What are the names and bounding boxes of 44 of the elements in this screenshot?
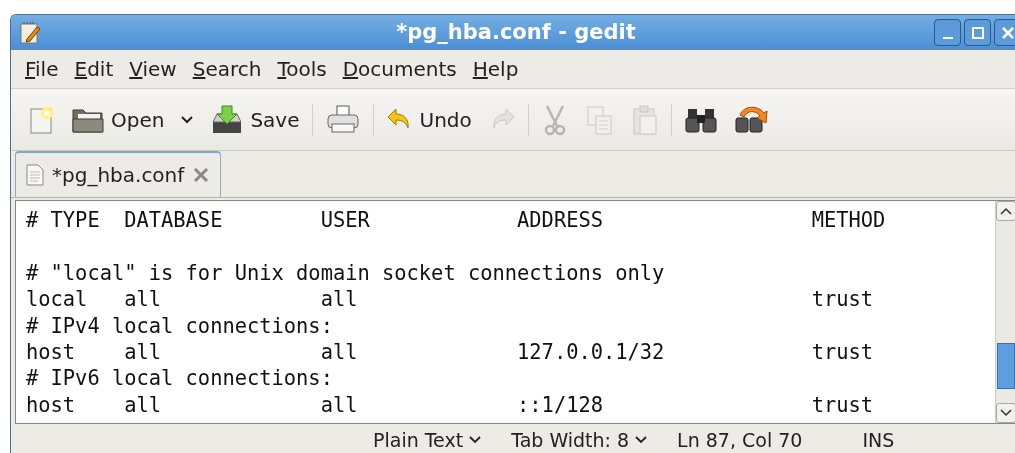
menu-item[interactable]: Search [184, 55, 270, 83]
status-text: INS [862, 429, 895, 451]
code-line: local all all trust [26, 286, 875, 313]
caret-icon [635, 436, 648, 444]
printer-icon [324, 103, 361, 136]
menu-item[interactable]: View [121, 55, 185, 83]
open-button[interactable]: Open [63, 100, 173, 139]
code-line: host all all ::1/128 trust [26, 391, 875, 419]
close-tab-icon[interactable] [192, 166, 211, 184]
status-text: Ln 87, Col 70 [677, 429, 803, 451]
copy-icon [584, 103, 615, 136]
code-line: # "local" is for Unix domain socket connections only [26, 259, 666, 287]
document-tab[interactable]: *pg_hba.conf [15, 151, 222, 197]
document-icon [26, 164, 44, 186]
scroll-down-button[interactable] [996, 403, 1015, 423]
minimize-icon [942, 36, 953, 39]
minimize-button[interactable] [934, 19, 961, 46]
maximize-icon [970, 25, 985, 40]
caret-icon [180, 114, 195, 125]
text-editor-icon [19, 20, 41, 45]
menu-item[interactable]: Documents [334, 55, 465, 83]
menu-item[interactable]: File [17, 55, 67, 83]
save-button[interactable]: Save [202, 99, 308, 140]
maximize-button[interactable] [964, 19, 991, 46]
scrollbar-thumb[interactable] [997, 343, 1015, 389]
clipboard-icon [630, 103, 659, 136]
menu-item[interactable]: Tools [269, 55, 335, 83]
menu-item[interactable]: Edit [66, 55, 122, 83]
scroll-up-button[interactable] [996, 201, 1015, 221]
find-replace-icon[interactable] [733, 104, 770, 135]
code-line: host all all 127.0.0.1/32 trust [26, 338, 875, 366]
save-icon [210, 103, 245, 136]
window-title: *pg_hba.conf - gedit [396, 20, 636, 44]
code-line: # TYPE DATABASE USER ADDRESS METHOD [26, 207, 887, 234]
code-line: # IPv6 local connections: [26, 365, 334, 392]
status-dropdown[interactable]: Tab Width: 8 [511, 429, 648, 451]
close-button[interactable] [994, 19, 1015, 46]
new-document-icon [29, 104, 55, 135]
close-icon [1000, 25, 1015, 40]
caret-icon [469, 436, 482, 444]
menu-item[interactable]: Help [464, 55, 527, 83]
code-line: # IPv4 local connections: [26, 312, 334, 339]
undo-button[interactable]: Undo [377, 101, 480, 138]
status-dropdown[interactable]: Plain Text [373, 429, 482, 451]
